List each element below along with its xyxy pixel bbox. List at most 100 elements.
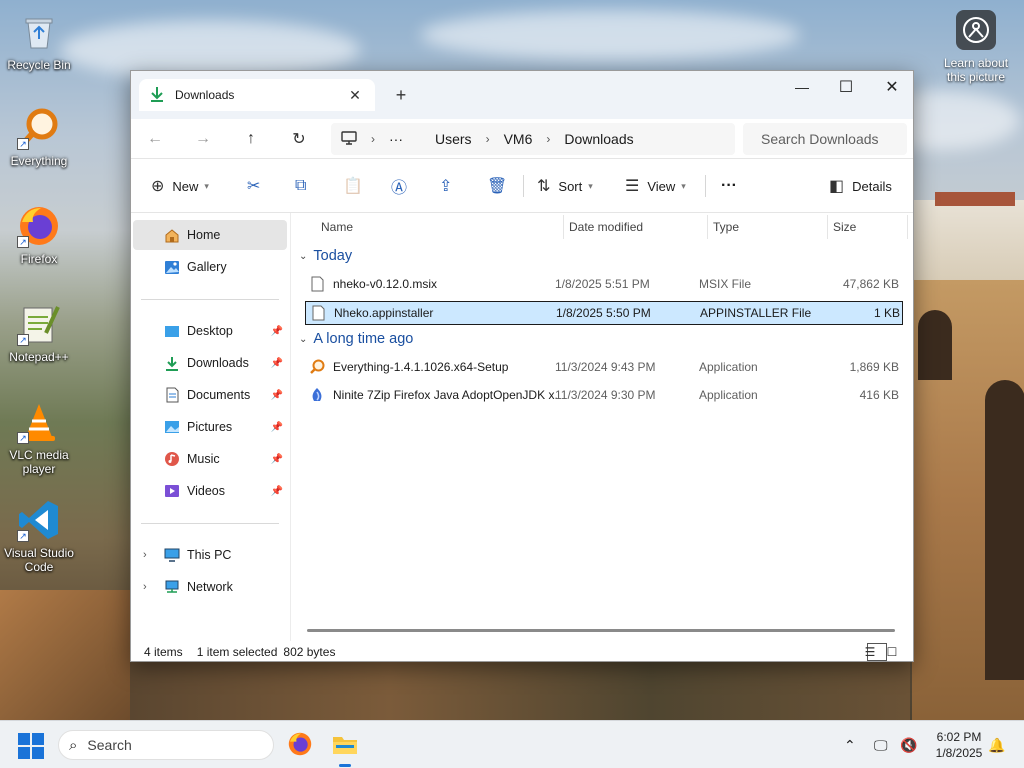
column-header-name[interactable]: Name bbox=[321, 213, 353, 241]
minimize-button[interactable]: — bbox=[779, 71, 825, 103]
arrow-left-icon: ← bbox=[147, 129, 163, 147]
pin-icon[interactable]: 📌 bbox=[271, 454, 283, 465]
view-button[interactable]: ☰ View ▾ bbox=[625, 159, 686, 213]
chevron-right-icon[interactable]: › bbox=[143, 549, 147, 561]
sidebar-item-pictures[interactable]: Pictures 📌 bbox=[133, 412, 287, 442]
tab-downloads[interactable]: Downloads ✕ bbox=[139, 79, 375, 111]
sidebar-item-this-pc[interactable]: › This PC bbox=[133, 540, 287, 570]
sidebar-item-home[interactable]: Home bbox=[133, 220, 287, 250]
sidebar-item-network[interactable]: › Network bbox=[133, 572, 287, 602]
music-note-icon bbox=[163, 451, 181, 467]
breadcrumb-more[interactable]: ··· bbox=[389, 131, 403, 147]
column-divider[interactable] bbox=[907, 215, 908, 239]
chevron-down-icon: ▾ bbox=[588, 180, 593, 191]
chevron-right-icon[interactable]: › bbox=[143, 581, 147, 593]
learn-about-picture[interactable]: Learn about this picture bbox=[936, 10, 1016, 84]
new-tab-button[interactable]: + bbox=[389, 85, 413, 106]
desktop-icon-recycle-bin[interactable]: Recycle Bin bbox=[1, 10, 77, 72]
start-button[interactable] bbox=[18, 733, 44, 759]
network-status[interactable]: 🖵 bbox=[874, 721, 888, 768]
taskbar-firefox[interactable] bbox=[284, 729, 316, 761]
delete-button[interactable]: 🗑 bbox=[487, 159, 515, 213]
rename-button[interactable]: Ⓐ bbox=[391, 159, 415, 213]
system-clock[interactable]: 6:02 PM 1/8/2025 bbox=[924, 729, 994, 761]
view-list-icon: ☰ bbox=[625, 178, 640, 195]
pin-icon[interactable]: 📌 bbox=[271, 422, 283, 433]
pin-icon[interactable]: 📌 bbox=[271, 486, 283, 497]
monitor-network-icon: 🖵 bbox=[874, 736, 888, 753]
desktop-icon-everything[interactable]: ↗ Everything bbox=[1, 106, 77, 168]
desktop-icon-notepad-plus-plus[interactable]: ↗ Notepad++ bbox=[1, 302, 77, 364]
sidebar-item-videos[interactable]: Videos 📌 bbox=[133, 476, 287, 506]
sidebar-item-gallery[interactable]: Gallery bbox=[133, 252, 287, 282]
table-row[interactable]: Ninite 7Zip Firefox Java AdoptOpenJDK x.… bbox=[305, 384, 903, 408]
breadcrumb[interactable]: › ··· Users › VM6 › Downloads bbox=[331, 123, 735, 155]
table-row[interactable]: nheko-v0.12.0.msix 1/8/2025 5:51 PM MSIX… bbox=[305, 273, 903, 297]
shortcut-arrow-icon: ↗ bbox=[17, 236, 29, 248]
sidebar-item-music[interactable]: Music 📌 bbox=[133, 444, 287, 474]
clipboard-icon: 📋 bbox=[343, 178, 363, 195]
shortcut-arrow-icon: ↗ bbox=[17, 138, 29, 150]
file-name: Nheko.appinstaller bbox=[334, 306, 434, 320]
pin-icon[interactable]: 📌 bbox=[271, 326, 283, 337]
pin-icon[interactable]: 📌 bbox=[271, 390, 283, 401]
chevron-down-icon: ▾ bbox=[204, 180, 209, 191]
close-button[interactable]: ✕ bbox=[869, 71, 913, 103]
tab-close-button[interactable]: ✕ bbox=[345, 87, 365, 104]
taskbar-file-explorer[interactable] bbox=[329, 729, 361, 767]
breadcrumb-vm6[interactable]: VM6 bbox=[504, 131, 533, 147]
up-button[interactable]: ↑ bbox=[227, 119, 275, 159]
sidebar-item-downloads[interactable]: Downloads 📌 bbox=[133, 348, 287, 378]
home-icon bbox=[163, 227, 181, 243]
pin-icon[interactable]: 📌 bbox=[271, 358, 283, 369]
sidebar-item-documents[interactable]: Documents 📌 bbox=[133, 380, 287, 410]
toolbar-divider bbox=[705, 175, 706, 197]
search-input[interactable]: Search Downloads bbox=[743, 123, 907, 155]
column-divider[interactable] bbox=[707, 215, 708, 239]
group-header-older[interactable]: ⌄ A long time ago bbox=[299, 331, 413, 347]
desktop-icon-firefox[interactable]: ↗ Firefox bbox=[1, 204, 77, 266]
table-row[interactable]: Everything-1.4.1.1026.x64-Setup 11/3/202… bbox=[305, 356, 903, 380]
more-options-button[interactable]: ··· bbox=[721, 159, 737, 213]
status-selected-size: 802 bytes bbox=[283, 645, 336, 659]
breadcrumb-users[interactable]: Users bbox=[435, 131, 472, 147]
back-button[interactable]: ← bbox=[131, 119, 179, 159]
volume-status[interactable]: 🔇 bbox=[900, 721, 917, 768]
sidebar-item-desktop[interactable]: Desktop 📌 bbox=[133, 316, 287, 346]
paste-button[interactable]: 📋 bbox=[343, 159, 371, 213]
show-hidden-icons-button[interactable]: ⌃ bbox=[844, 721, 856, 768]
column-header-date[interactable]: Date modified bbox=[569, 213, 643, 241]
desktop-icon-vscode[interactable]: ↗ Visual Studio Code bbox=[1, 498, 77, 574]
cut-button[interactable]: ✂ bbox=[247, 159, 268, 213]
horizontal-scrollbar[interactable] bbox=[307, 629, 895, 632]
copy-button[interactable]: ⧉ bbox=[295, 159, 314, 213]
file-name: Everything-1.4.1.1026.x64-Setup bbox=[333, 360, 509, 374]
column-divider[interactable] bbox=[563, 215, 564, 239]
taskbar-search-box[interactable]: ⌕ Search bbox=[58, 730, 274, 760]
file-type: Application bbox=[699, 388, 758, 402]
forward-button[interactable]: → bbox=[179, 119, 227, 159]
details-pane-button[interactable]: ◧ Details bbox=[829, 159, 892, 213]
column-header-size[interactable]: Size bbox=[833, 213, 856, 241]
tiles-view-button[interactable]: ☐ bbox=[887, 643, 909, 661]
column-divider[interactable] bbox=[827, 215, 828, 239]
desktop-icon-label: Firefox bbox=[20, 252, 58, 266]
maximize-button[interactable]: ☐ bbox=[823, 71, 869, 103]
desktop-icon-vlc[interactable]: ↗ VLC media player bbox=[1, 400, 77, 476]
group-header-label: A long time ago bbox=[313, 331, 414, 347]
breadcrumb-downloads[interactable]: Downloads bbox=[564, 131, 633, 147]
table-row-selected[interactable]: Nheko.appinstaller 1/8/2025 5:50 PM APPI… bbox=[305, 301, 903, 325]
column-header-type[interactable]: Type bbox=[713, 213, 739, 241]
sort-button[interactable]: ⇅ Sort ▾ bbox=[537, 159, 593, 213]
camera-info-icon bbox=[956, 10, 996, 50]
new-button[interactable]: ⊕ New ▾ bbox=[151, 159, 209, 213]
group-header-today[interactable]: ⌄ Today bbox=[299, 248, 352, 264]
taskbar: ⌕ Search ⌃ 🖵 🔇 6:02 PM 1/8/2025 🔔 bbox=[0, 720, 1024, 768]
desktop-icon-label: Notepad++ bbox=[9, 350, 69, 364]
clock-date: 1/8/2025 bbox=[935, 746, 983, 760]
document-icon bbox=[163, 387, 181, 403]
refresh-button[interactable]: ↻ bbox=[275, 119, 323, 159]
details-view-button[interactable]: ☰ bbox=[865, 643, 887, 661]
share-button[interactable]: ⇪ bbox=[439, 159, 460, 213]
notifications-button[interactable]: 🔔 bbox=[988, 721, 1005, 768]
